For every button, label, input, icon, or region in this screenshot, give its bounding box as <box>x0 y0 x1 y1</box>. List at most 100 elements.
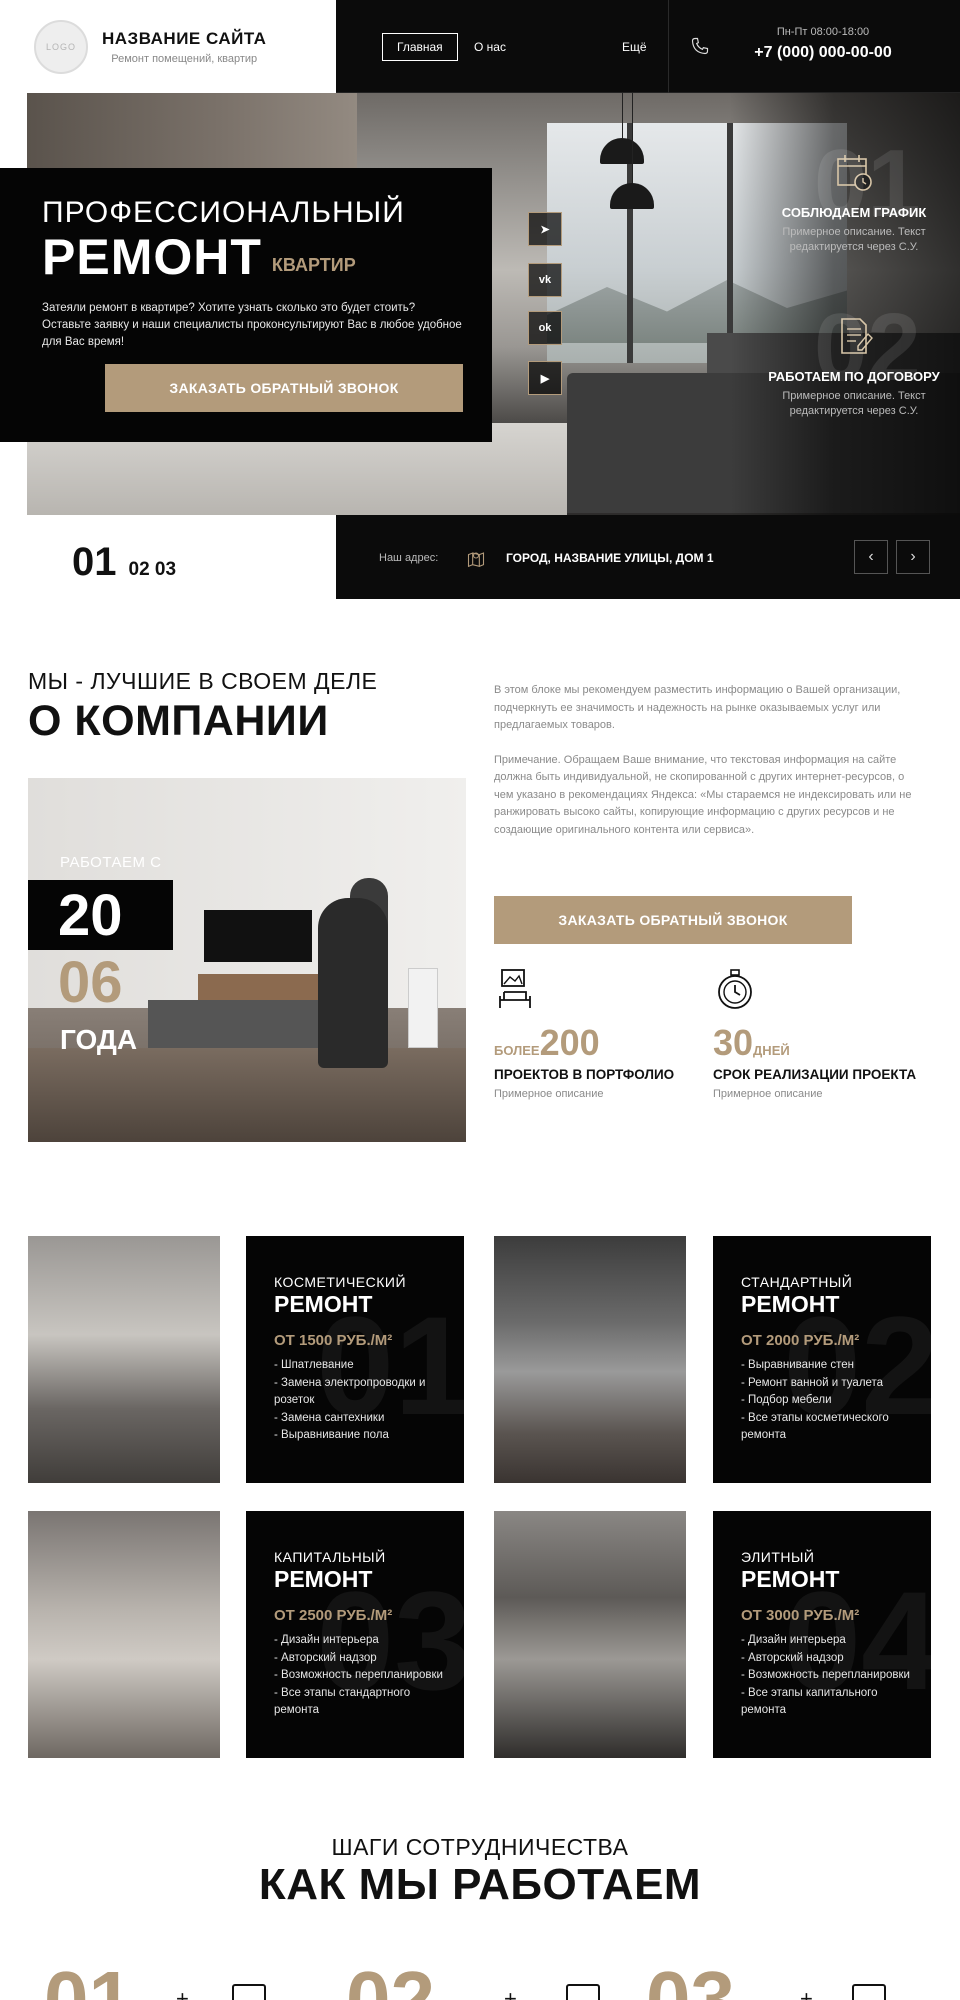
header-divider <box>668 0 669 93</box>
header-brand: LOGO НАЗВАНИЕ САЙТА Ремонт помещений, кв… <box>0 0 336 93</box>
about-image: РАБОТАЕМ С 20 06 ГОДА <box>28 778 466 1142</box>
service-image <box>494 1236 686 1483</box>
service-item: - Авторский надзор <box>741 1651 844 1664</box>
phone-number[interactable]: +7 (000) 000-00-00 <box>728 44 918 62</box>
slide-counter: 01 02 03 <box>72 540 176 585</box>
feature-number: 01 <box>814 130 921 237</box>
service-item: - Возможность перепланировки <box>274 1669 443 1681</box>
service-item: - Авторский надзор <box>274 1651 377 1664</box>
hero-panel: ПРОФЕССИОНАЛЬНЫЙ РЕМОНТ КВАРТИР Затеяли … <box>0 168 492 442</box>
service-image <box>28 1236 220 1483</box>
step-number: 02 <box>346 1955 435 2000</box>
feature-number: 02 <box>814 294 921 401</box>
nav-item-about[interactable]: О нас <box>460 33 520 61</box>
service-item: - Дизайн интерьера <box>274 1634 379 1646</box>
service-title: РЕМОНТ <box>741 1566 840 1592</box>
about-paragraph: В этом блоке мы рекомендуем разместить и… <box>494 684 901 731</box>
map-icon <box>467 552 485 568</box>
service-card-capital[interactable]: 03 КАПИТАЛЬНЫЙ РЕМОНТ ОТ 2500 РУБ./М² - … <box>246 1511 464 1758</box>
service-kicker: КАПИТАЛЬНЫЙ <box>274 1549 386 1565</box>
about-image-floor <box>28 1048 466 1142</box>
service-list: - Дизайн интерьера - Авторский надзор - … <box>274 1632 449 1720</box>
lamp-wire <box>622 93 623 138</box>
stat-desc: Примерное описание <box>494 1088 604 1100</box>
slider-next-button[interactable]: › <box>896 540 930 574</box>
feature-schedule: 01 СОБЛЮДАЕМ ГРАФИК Примерное описание. … <box>754 136 954 255</box>
plus-icon: + <box>800 1986 813 2000</box>
service-item: - Замена электропроводки и розеток <box>274 1376 426 1407</box>
service-card-elite[interactable]: 04 ЭЛИТНЫЙ РЕМОНТ ОТ 3000 РУБ./М² - Диза… <box>713 1511 931 1758</box>
work-hours: Пн-Пт 08:00-18:00 <box>776 26 870 38</box>
stat-value-row: БОЛЕЕ 200 <box>494 1025 704 1061</box>
service-list: - Выравнивание стен - Ремонт ванной и ту… <box>741 1357 916 1445</box>
plus-icon: + <box>176 1986 189 2000</box>
service-image <box>28 1511 220 1758</box>
service-title: РЕМОНТ <box>274 1566 373 1592</box>
address-label: Наш адрес: <box>379 552 439 564</box>
stat-value-row: 30 ДНЕЙ <box>713 1025 923 1061</box>
site-name[interactable]: НАЗВАНИЕ САЙТА <box>102 29 266 49</box>
stat-suffix: ДНЕЙ <box>753 1043 790 1058</box>
service-item: - Все этапы косметического ремонта <box>741 1411 889 1442</box>
odnoklassniki-icon[interactable]: ok <box>528 311 562 345</box>
hero-title-row: РЕМОНТ КВАРТИР <box>42 232 492 282</box>
hero-text: Затеяли ремонт в квартире? Хотите узнать… <box>42 302 462 348</box>
about-kicker: МЫ - ЛУЧШИЕ В СВОЕМ ДЕЛЕ <box>28 668 378 694</box>
plus-icon: + <box>504 1986 517 2000</box>
service-item: - Замена сантехники <box>274 1411 385 1424</box>
service-item: - Возможность перепланировки <box>741 1669 910 1681</box>
service-price: ОТ 2500 РУБ./М² <box>274 1607 393 1624</box>
nav-item-more[interactable]: Ещё <box>608 33 661 61</box>
since-year-second: 06 <box>58 950 123 1015</box>
address-value: ГОРОД, НАЗВАНИЕ УЛИЦЫ, ДОМ 1 <box>506 551 714 565</box>
slide-current[interactable]: 01 <box>72 540 117 585</box>
slide-others[interactable]: 02 03 <box>129 559 177 581</box>
service-item: - Дизайн интерьера <box>741 1634 846 1646</box>
service-price: ОТ 1500 РУБ./М² <box>274 1332 393 1349</box>
youtube-icon[interactable]: ▶ <box>528 361 562 395</box>
service-item: - Выравнивание стен <box>741 1359 855 1371</box>
stat-title: СРОК РЕАЛИЗАЦИИ ПРОЕКТА <box>713 1067 917 1082</box>
telegram-icon[interactable]: ➤ <box>528 212 562 246</box>
service-kicker: ЭЛИТНЫЙ <box>741 1549 815 1565</box>
slider-prev-button[interactable]: ‹ <box>854 540 888 574</box>
logo[interactable]: LOGO <box>34 19 88 74</box>
service-list: - Дизайн интерьера - Авторский надзор - … <box>741 1632 916 1720</box>
header-bar: Главная О нас Ещё Пн-Пт 08:00-18:00 +7 (… <box>336 0 960 93</box>
phone-icon <box>691 37 709 55</box>
vk-icon[interactable]: vk <box>528 263 562 297</box>
callback-button[interactable]: ЗАКАЗАТЬ ОБРАТНЫЙ ЗВОНОК <box>494 896 852 944</box>
stat-prefix: БОЛЕЕ <box>494 1043 540 1058</box>
service-item: - Выравнивание пола <box>274 1429 389 1441</box>
site-subtitle: Ремонт помещений, квартир <box>111 52 258 65</box>
hero-accent: КВАРТИР <box>271 255 356 275</box>
step-icon <box>852 1984 886 2000</box>
service-list: - Шпатлевание - Замена электропроводки и… <box>274 1357 449 1445</box>
about-image-radiator <box>408 968 438 1048</box>
service-item: - Все этапы капитального ремонта <box>741 1686 878 1717</box>
lamp-wire <box>632 93 633 183</box>
stat-desc: Примерное описание <box>713 1088 823 1100</box>
service-card-cosmetic[interactable]: 01 КОСМЕТИЧЕСКИЙ РЕМОНТ ОТ 1500 РУБ./М² … <box>246 1236 464 1483</box>
about-title: О КОМПАНИИ <box>28 697 329 745</box>
since-label: РАБОТАЕМ С <box>60 854 162 871</box>
stat-title: ПРОЕКТОВ В ПОРТФОЛИО <box>494 1067 675 1082</box>
service-image <box>494 1511 686 1758</box>
hero-title: РЕМОНТ <box>42 229 262 285</box>
feature-contract: 02 РАБОТАЕМ ПО ДОГОВОРУ Примерное описан… <box>754 300 954 419</box>
hero-kicker: ПРОФЕССИОНАЛЬНЫЙ <box>42 196 405 229</box>
about-paragraph: Примечание. Обращаем Ваше внимание, что … <box>494 753 912 836</box>
page: LOGO НАЗВАНИЕ САЙТА Ремонт помещений, кв… <box>0 0 960 2000</box>
since-year-first: 20 <box>28 880 173 950</box>
service-kicker: КОСМЕТИЧЕСКИЙ <box>274 1274 407 1290</box>
service-title: РЕМОНТ <box>274 1291 373 1317</box>
stat-value: 200 <box>539 1022 600 1063</box>
nav-item-home[interactable]: Главная <box>382 33 458 61</box>
since-suffix: ГОДА <box>60 1024 138 1055</box>
callback-button[interactable]: ЗАКАЗАТЬ ОБРАТНЫЙ ЗВОНОК <box>105 364 463 412</box>
service-item: - Подбор мебели <box>741 1394 832 1406</box>
step-icon <box>232 1984 266 2000</box>
service-card-standard[interactable]: 02 СТАНДАРТНЫЙ РЕМОНТ ОТ 2000 РУБ./М² - … <box>713 1236 931 1483</box>
step-number: 01 <box>44 1955 133 2000</box>
service-price: ОТ 2000 РУБ./М² <box>741 1332 860 1349</box>
